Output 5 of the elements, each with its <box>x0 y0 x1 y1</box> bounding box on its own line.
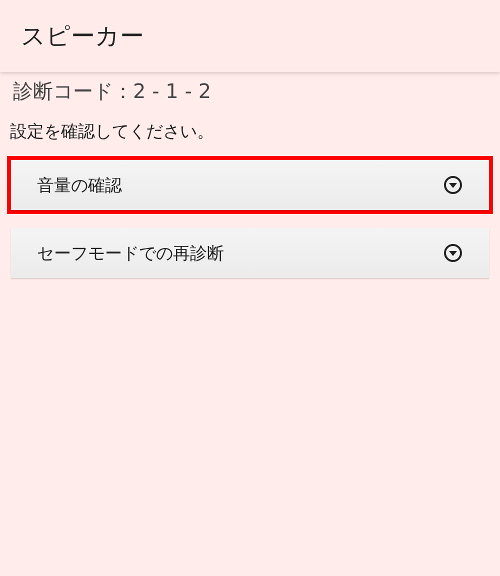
accordion-item[interactable]: 音量の確認 <box>11 160 489 210</box>
accordion-item[interactable]: セーフモードでの再診断 <box>11 228 489 278</box>
screen-title: スピーカー <box>21 21 144 52</box>
instruction-text: 設定を確認してください。 <box>10 121 215 144</box>
diagnosis-code: 診断コード：2 - 1 - 2 <box>13 78 212 104</box>
